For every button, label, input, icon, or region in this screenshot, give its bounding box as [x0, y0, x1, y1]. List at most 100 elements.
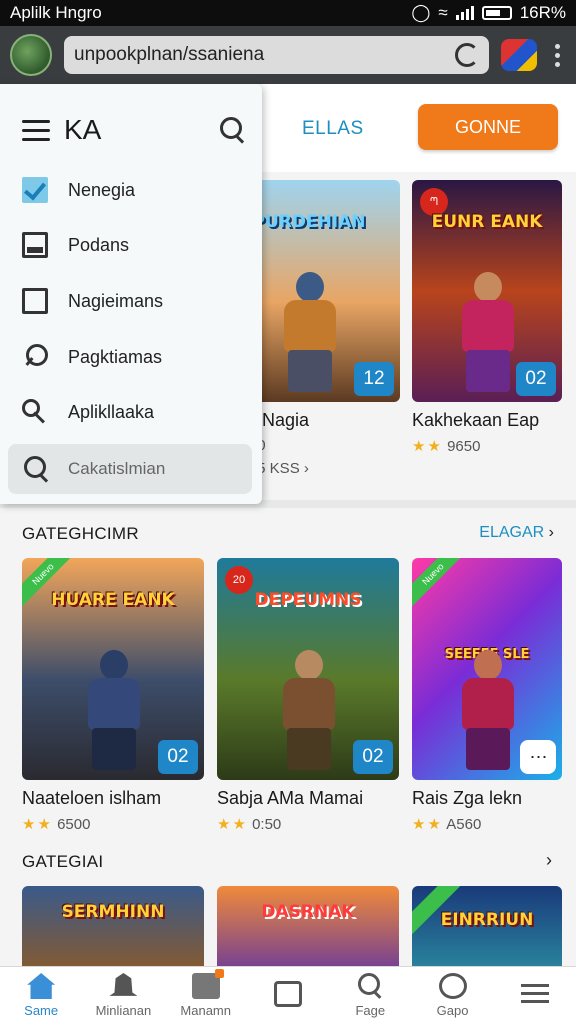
- drawer-item-label: Aplikllaaka: [68, 401, 155, 422]
- nav-item-notifications[interactable]: Minlianan: [82, 967, 164, 1024]
- nav-label: Fage: [355, 1003, 386, 1018]
- bolt-icon: [438, 973, 467, 999]
- game-title[interactable]: Kakhekaan Eap: [412, 410, 562, 431]
- home-icon: [27, 973, 56, 999]
- game-title[interactable]: Rais Zga lekn: [412, 788, 562, 809]
- status-bar: Aplilk Hngro ◯ ≈ 16R%: [0, 0, 576, 26]
- drawer-title: KA: [64, 114, 102, 145]
- game-thumbnail[interactable]: EINRRIUN: [412, 886, 562, 966]
- nav-item-bolt[interactable]: Gapo: [411, 967, 493, 1024]
- count-badge: 12: [354, 362, 394, 396]
- reload-icon[interactable]: [455, 43, 479, 67]
- game-hero-art: [452, 272, 522, 392]
- game-hero-art: [452, 650, 522, 770]
- star-icon: ★: [217, 816, 231, 833]
- drawer-item-label: Pagktiamas: [68, 346, 163, 367]
- game-card[interactable]: DASRNAK: [217, 886, 399, 966]
- search-placeholder: Cakatislmian: [68, 459, 166, 478]
- game-button[interactable]: GONNE: [418, 104, 558, 150]
- nav-item-bag[interactable]: Manamn: [165, 967, 247, 1024]
- game-thumbnail[interactable]: Nuevo HUARE EANK 02: [22, 558, 204, 780]
- drawer-item[interactable]: Pagktiamas: [22, 339, 162, 375]
- menu-icon: [520, 981, 549, 1007]
- game-card[interactable]: SERMHINN: [22, 886, 204, 966]
- search-icon: [356, 973, 384, 999]
- game-rating: ★ ★ 0:50: [217, 816, 282, 833]
- pin-icon: [22, 344, 48, 370]
- game-thumbnail[interactable]: ᘉ EUNR EANK 02: [412, 180, 562, 402]
- game-art-title: SERMHINN: [61, 902, 165, 922]
- drawer-item[interactable]: Nenegia: [22, 172, 135, 208]
- drawer-item[interactable]: Aplikllaaka: [22, 394, 154, 430]
- game-art-title: EUNR EANK: [431, 212, 543, 232]
- hamburger-icon[interactable]: [22, 119, 50, 141]
- drawer-item[interactable]: Nagieimans: [22, 283, 163, 319]
- count-badge: 02: [353, 740, 393, 774]
- game-hero-art: [274, 272, 344, 392]
- drawer-item-label: Nenegia: [68, 179, 136, 200]
- signal-icon: [455, 6, 474, 20]
- search-icon: [24, 456, 50, 482]
- wifi-icon: ≈: [438, 3, 448, 22]
- drawer-item-label: Nagieimans: [68, 290, 164, 311]
- side-drawer: KA Nenegia Podans Nagieimans Pagktiamas …: [0, 84, 262, 504]
- tab-ellas[interactable]: ELLAS: [302, 118, 364, 140]
- overflow-menu-icon[interactable]: [549, 43, 566, 67]
- game-card[interactable]: Nuevo HUARE EANK 02 Naateloen islham ★ ★ …: [22, 558, 204, 833]
- section-title: GATEGIAI: [22, 852, 104, 871]
- drawer-item-label: Podans: [68, 234, 130, 255]
- game-thumbnail[interactable]: 20 DEPEUMNS 02: [217, 558, 399, 780]
- url-bar[interactable]: unpookplnan/ssaniena: [64, 36, 489, 74]
- game-rating: ★ ★ 6500: [22, 816, 91, 833]
- nav-label: Manamn: [180, 1003, 231, 1018]
- game-card[interactable]: 20 DEPEUMNS 02 Sabja AMa Mamai ★ ★ 0:50: [217, 558, 399, 833]
- chevron-right-icon[interactable]: ›: [546, 850, 552, 871]
- url-text[interactable]: unpookplnan/ssaniena: [74, 44, 455, 66]
- extension-icon[interactable]: [501, 39, 537, 71]
- lock-icon: ◯: [411, 3, 431, 22]
- search-icon[interactable]: [220, 117, 246, 143]
- game-rating: ★ ★ A560: [412, 816, 482, 833]
- count-badge: 02: [158, 740, 198, 774]
- game-title[interactable]: Naateloen islham: [22, 788, 204, 809]
- bag-icon: [191, 969, 224, 999]
- game-title[interactable]: Sabja AMa Mamai: [217, 788, 399, 809]
- nav-item-menu[interactable]: [494, 967, 576, 1024]
- game-rating: ★ ★ 9650: [412, 438, 481, 455]
- star-icon: ★: [37, 816, 51, 833]
- checkbox-icon: [22, 288, 48, 314]
- battery-icon: [481, 6, 512, 20]
- nav-item-chat[interactable]: [247, 967, 329, 1024]
- more-options-icon[interactable]: ⋯: [520, 740, 556, 774]
- new-tag: Nuevo: [412, 558, 471, 612]
- game-card[interactable]: EINRRIUN: [412, 886, 562, 966]
- nav-label: Minlianan: [95, 1003, 152, 1018]
- battery-percent: 16R%: [519, 3, 566, 22]
- game-thumbnail[interactable]: DASRNAK: [217, 886, 399, 966]
- avatar[interactable]: [10, 34, 52, 76]
- section-more-link[interactable]: ELAGAR ›: [479, 524, 554, 542]
- game-art-title: DEPEUMNS: [254, 590, 362, 610]
- drawer-header: KA: [22, 110, 246, 150]
- game-card[interactable]: Nuevo SEEFEE SLE ⋯ Rais Zga lekn ★ ★ A560: [412, 558, 562, 833]
- chat-icon: [273, 980, 302, 1007]
- status-title: Aplilk Hngro: [10, 3, 102, 22]
- drawer-search-input[interactable]: Cakatislmian: [8, 444, 252, 494]
- nav-label: Gapo: [436, 1003, 469, 1018]
- game-thumbnail[interactable]: SERMHINN: [22, 886, 204, 966]
- game-thumbnail[interactable]: Nuevo SEEFEE SLE ⋯: [412, 558, 562, 780]
- star-icon: ★: [427, 816, 441, 833]
- drawer-item[interactable]: Podans: [22, 227, 129, 263]
- browser-toolbar: unpookplnan/ssaniena: [0, 26, 576, 84]
- nav-item-home[interactable]: Same: [0, 967, 82, 1024]
- key-icon: [22, 399, 48, 425]
- game-hero-art: [78, 650, 148, 770]
- game-hero-art: [273, 650, 343, 770]
- status-icons: ◯ ≈ 16R%: [411, 3, 566, 23]
- nav-item-search[interactable]: Fage: [329, 967, 411, 1024]
- section-title: GATEGHCIMR: [22, 524, 139, 543]
- screen-icon: [22, 232, 48, 258]
- featured-card[interactable]: ᘉ EUNR EANK 02 Kakhekaan Eap ★ ★ 9650: [412, 180, 562, 455]
- count-badge: 02: [516, 362, 556, 396]
- hot-tag: 20: [225, 566, 253, 594]
